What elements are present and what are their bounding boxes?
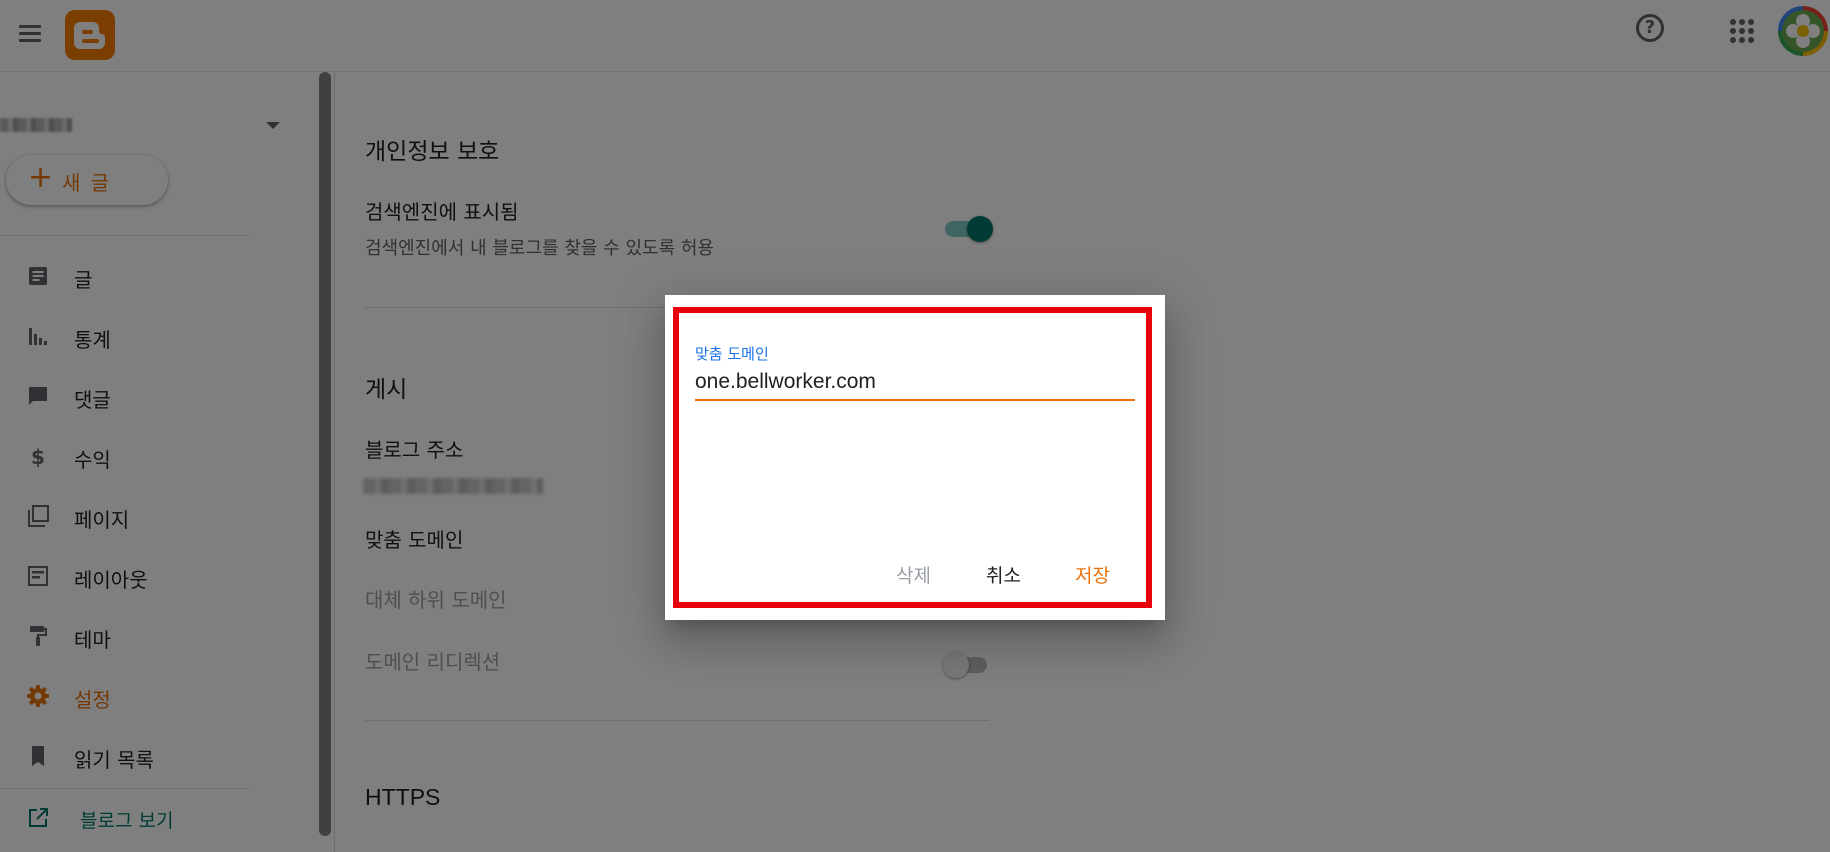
- custom-domain-dialog: 맞춤 도메인 삭제 취소 저장: [665, 295, 1165, 620]
- custom-domain-field-label: 맞춤 도메인: [695, 345, 769, 363]
- custom-domain-input[interactable]: [695, 365, 1135, 401]
- delete-button[interactable]: 삭제: [896, 561, 931, 588]
- cancel-button[interactable]: 취소: [986, 561, 1021, 588]
- save-button[interactable]: 저장: [1075, 561, 1110, 588]
